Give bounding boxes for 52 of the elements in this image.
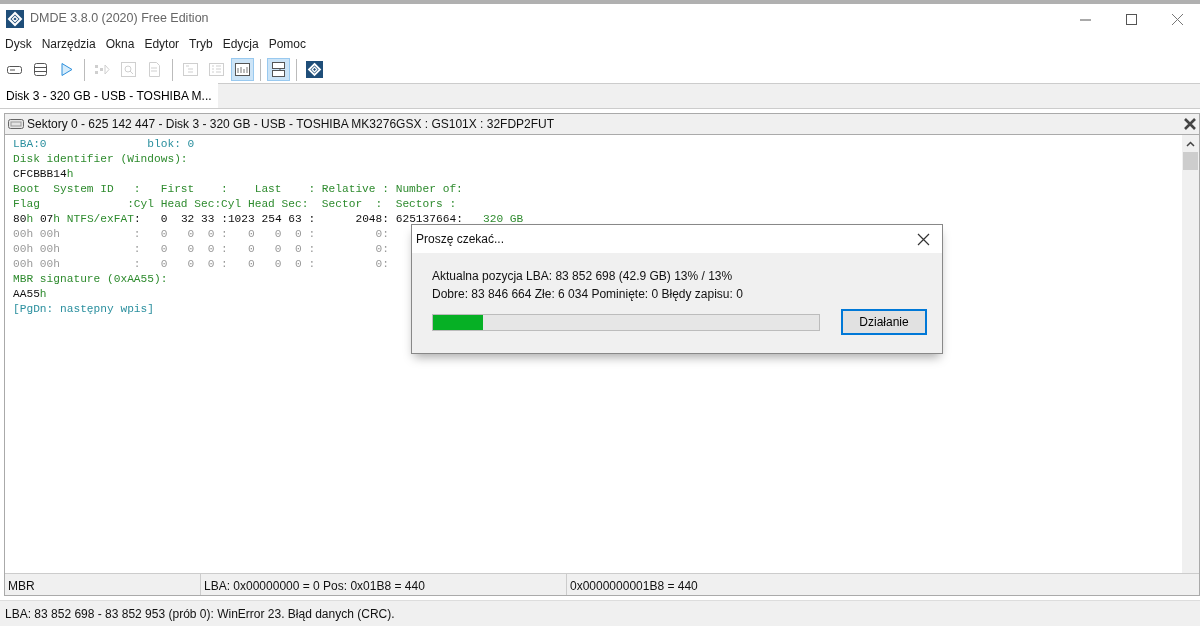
scroll-thumb[interactable] — [1183, 152, 1198, 170]
status-cell-text: 0x0000000001B8 = 440 — [569, 578, 699, 595]
play-icon — [58, 61, 75, 78]
close-icon — [1184, 118, 1196, 130]
app-logo-button[interactable] — [303, 58, 326, 81]
data-line: LBA:0 blok: 0 — [13, 137, 195, 152]
menu-item[interactable]: Tryb — [184, 35, 218, 53]
data-line: 00h 00h : 0 0 0 : 0 0 0 : 0: — [13, 257, 389, 272]
data-line: MBR signature (0xAA55): — [13, 272, 168, 287]
window-title: DMDE 3.8.0 (2020) Free Edition — [30, 10, 209, 28]
data-line: 00h 00h : 0 0 0 : 0 0 0 : 0: — [13, 242, 389, 257]
scroll-up-icon[interactable] — [1186, 140, 1195, 147]
data-line: Boot System ID : First : Last : Relative : Number of: — [13, 182, 463, 197]
list-icon — [32, 61, 49, 78]
close-icon — [916, 232, 930, 246]
close-icon — [1171, 13, 1183, 25]
tree-view-icon — [182, 61, 199, 78]
status-bar: LBA: 83 852 698 - 83 852 953 (prób 0): WinError 23. Błąd danych (CRC). — [0, 600, 1200, 626]
panel-layout-icon — [270, 61, 287, 78]
menu-item[interactable]: Edytor — [139, 35, 185, 53]
table-view-button[interactable] — [231, 58, 254, 81]
data-line: Flag :Cyl Head Sec:Cyl Head Sec: Sector : Sectors : — [13, 197, 457, 212]
scrollbar[interactable] — [1182, 135, 1199, 573]
data-line: CFCBBB14h — [13, 167, 74, 182]
progress-counts-text: Dobre: 83 846 664 Złe: 6 034 Pominięte: 0 Błędy zapisu: 0 — [432, 286, 744, 303]
document-icon — [146, 61, 163, 78]
data-line: 80h 07h NTFS/exFAT: 0 32 33 :1023 254 63 : 2048: 625137664: 320 GB — [13, 212, 524, 227]
menu-item[interactable]: Okna — [100, 35, 140, 53]
data-line: AA55h — [13, 287, 47, 302]
status-cell: MBR — [5, 574, 201, 595]
menu-item[interactable]: Narzędzia — [36, 35, 101, 53]
grid-view-icon — [208, 61, 225, 78]
menu-item[interactable]: Edycja — [217, 35, 264, 53]
progress-position-text: Aktualna pozycja LBA: 83 852 698 (42.9 GB) 13% / 13% — [432, 268, 734, 285]
close-button[interactable] — [1184, 118, 1196, 130]
data-line: [PgDn: następny wpis] — [13, 302, 154, 317]
data-line: Disk identifier (Windows): — [13, 152, 188, 167]
table-view-icon — [234, 61, 251, 78]
dialog-title: Proszę czekać... — [416, 231, 505, 248]
search-icon — [120, 61, 137, 78]
panel-layout-button[interactable] — [267, 58, 290, 81]
disk-icon — [8, 118, 24, 130]
action-button[interactable]: Działanie — [841, 309, 927, 335]
app-logo-icon — [6, 9, 24, 28]
tab[interactable]: Disk 3 - 320 GB - USB - TOSHIBA M... — [0, 83, 218, 108]
app-logo-icon — [306, 61, 323, 78]
data-line: 00h 00h : 0 0 0 : 0 0 0 : 0: — [13, 227, 389, 242]
menu-item[interactable]: Dysk — [0, 35, 37, 53]
menu-item[interactable]: Pomoc — [263, 35, 312, 53]
panel-title: Sektory 0 - 625 142 447 - Disk 3 - 320 GB - USB - TOSHIBA MK3276GSX : GS101X : 32FDP2FUT — [27, 116, 555, 133]
status-cell: LBA: 0x00000000 = 0 Pos: 0x01B8 = 440 — [201, 574, 567, 595]
maximize-icon — [1125, 13, 1137, 25]
